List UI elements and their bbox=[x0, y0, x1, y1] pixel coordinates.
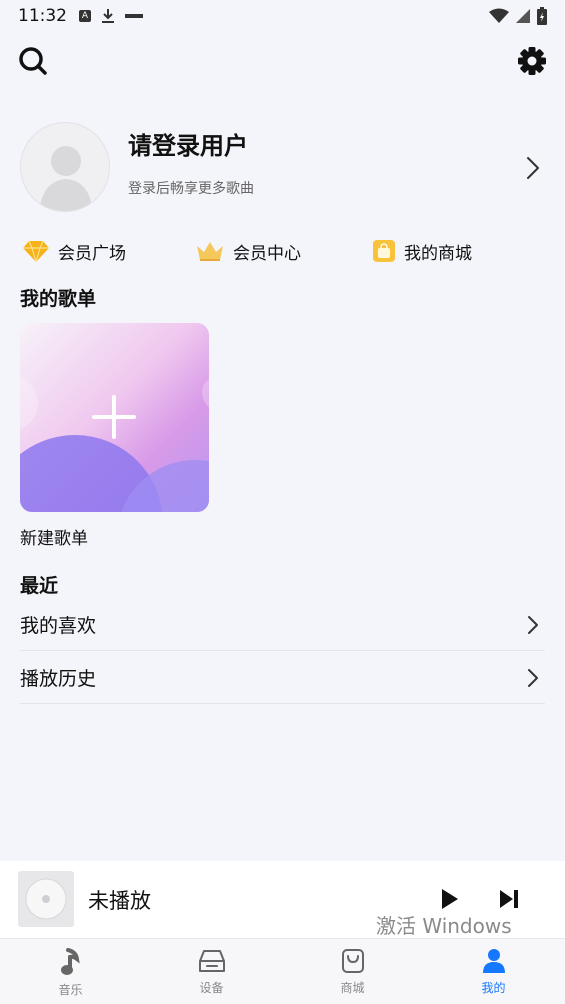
my-shop-link[interactable]: 我的商城 bbox=[372, 234, 472, 268]
top-bar bbox=[0, 40, 565, 84]
tab-label: 商城 bbox=[340, 981, 365, 995]
play-icon bbox=[442, 889, 458, 909]
status-time: 11:32 bbox=[18, 6, 67, 26]
wifi-icon bbox=[489, 8, 509, 23]
diamond-icon bbox=[23, 240, 49, 263]
chevron-right-icon bbox=[528, 669, 538, 687]
list-item-favorites[interactable]: 我的喜欢 bbox=[20, 599, 545, 651]
next-button[interactable] bbox=[495, 885, 523, 913]
album-art bbox=[18, 871, 74, 927]
device-icon bbox=[198, 950, 225, 972]
search-button[interactable] bbox=[16, 44, 50, 78]
default-avatar-icon bbox=[39, 146, 93, 211]
download-icon bbox=[102, 9, 114, 23]
my-playlists-heading: 我的歌单 bbox=[20, 288, 97, 310]
signal-icon bbox=[516, 9, 530, 23]
plus-icon bbox=[92, 395, 136, 439]
chevron-right-icon bbox=[527, 157, 539, 179]
settings-button[interactable] bbox=[515, 44, 549, 78]
battery-icon bbox=[537, 7, 547, 25]
list-item-play-history[interactable]: 播放历史 bbox=[20, 652, 545, 704]
shopping-bag-icon bbox=[341, 949, 364, 973]
login-profile-row[interactable]: 请登录用户 登录后畅享更多歌曲 bbox=[0, 118, 565, 218]
member-link-label: 我的商城 bbox=[404, 243, 472, 264]
tab-mine[interactable]: 我的 bbox=[423, 939, 564, 1004]
chevron-right-icon bbox=[528, 616, 538, 634]
search-icon bbox=[19, 47, 47, 75]
tab-label: 音乐 bbox=[58, 983, 83, 997]
person-icon bbox=[482, 949, 505, 973]
music-note-icon bbox=[60, 948, 80, 975]
new-playlist-label: 新建歌单 bbox=[20, 529, 88, 549]
play-button[interactable] bbox=[436, 885, 464, 913]
now-playing-title: 未播放 bbox=[88, 889, 151, 913]
new-playlist-button[interactable] bbox=[20, 323, 209, 512]
app-notification-icon: A bbox=[79, 10, 91, 22]
bottom-tab-bar: 音乐 设备 商城 我的 bbox=[0, 938, 565, 1004]
tab-label: 我的 bbox=[481, 981, 506, 995]
list-item-label: 播放历史 bbox=[20, 668, 97, 690]
disc-icon bbox=[25, 878, 67, 920]
minus-icon bbox=[125, 14, 143, 18]
member-plaza-link[interactable]: 会员广场 bbox=[22, 234, 126, 268]
member-center-link[interactable]: 会员中心 bbox=[195, 234, 301, 268]
gear-icon bbox=[518, 47, 546, 75]
login-prompt-title: 请登录用户 bbox=[128, 132, 248, 160]
login-prompt-subtitle: 登录后畅享更多歌曲 bbox=[128, 181, 254, 197]
shop-bag-icon bbox=[373, 240, 395, 262]
tab-label: 设备 bbox=[199, 981, 224, 995]
tab-shop[interactable]: 商城 bbox=[282, 939, 423, 1004]
tab-device[interactable]: 设备 bbox=[141, 939, 282, 1004]
crown-icon bbox=[197, 242, 223, 261]
member-link-label: 会员中心 bbox=[233, 243, 301, 264]
tab-music[interactable]: 音乐 bbox=[0, 939, 141, 1004]
member-link-label: 会员广场 bbox=[58, 243, 126, 264]
mini-player[interactable]: 未播放 bbox=[0, 861, 565, 938]
recent-heading: 最近 bbox=[20, 575, 59, 597]
member-links: 会员广场 会员中心 我的商城 bbox=[0, 234, 565, 268]
list-item-label: 我的喜欢 bbox=[20, 615, 97, 637]
skip-next-icon bbox=[500, 890, 518, 908]
avatar[interactable] bbox=[20, 122, 110, 212]
status-bar: 11:32 A bbox=[0, 0, 565, 32]
